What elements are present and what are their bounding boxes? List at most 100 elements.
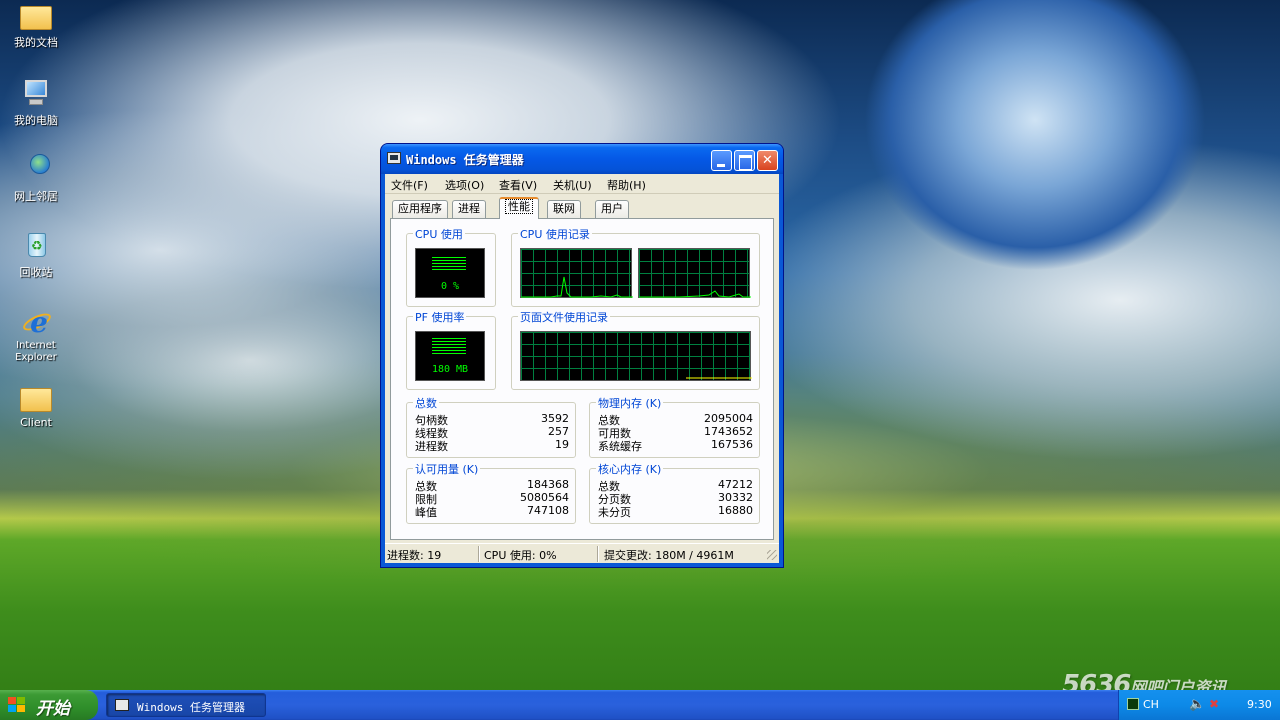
status-separator — [597, 546, 599, 562]
cpu-usage-value: 0 % — [440, 281, 460, 292]
stat-value: 2095004 — [704, 412, 753, 425]
menu-help[interactable]: 帮助(H) — [607, 177, 646, 193]
taskbar: 开始 Windows 任务管理器 CH 🔈 ✖ 9:30 — [0, 690, 1280, 720]
pf-history-label: 页面文件使用记录 — [518, 309, 610, 325]
tab-performance-label: 性能 — [505, 199, 533, 214]
taskbar-task-label: Windows 任务管理器 — [137, 701, 245, 714]
pf-usage-value: 180 MB — [431, 364, 469, 375]
taskbar-task-manager-button[interactable]: Windows 任务管理器 — [106, 693, 266, 717]
cpu-usage-label: CPU 使用 — [413, 226, 465, 242]
desktop-icon-label: 我的电脑 — [14, 114, 58, 127]
stat-value: 257 — [548, 425, 569, 438]
stat-value: 47212 — [718, 478, 753, 491]
commit-charge-group: 认可用量 (K) 总数 184368 限制 5080564 峰值 747108 — [406, 461, 576, 524]
desktop-icon-client[interactable]: Client — [0, 384, 72, 429]
start-button[interactable]: 开始 — [0, 690, 98, 720]
pf-history-group: 页面文件使用记录 — [511, 309, 760, 390]
desktop-icon-label: Internet Explorer — [15, 340, 57, 363]
language-indicator[interactable]: CH — [1143, 698, 1159, 711]
cpu-history-line-1 — [521, 276, 633, 298]
desktop-icon-label: 网上邻居 — [14, 190, 58, 203]
menu-shutdown[interactable]: 关机(U) — [553, 177, 592, 193]
close-button[interactable] — [757, 150, 778, 171]
desktop-icon-network-places[interactable]: 网上邻居 — [0, 154, 72, 204]
stat-key: 未分页 — [598, 506, 631, 519]
tab-users[interactable]: 用户 — [595, 200, 629, 218]
pf-usage-group: PF 使用率 180 MB — [406, 309, 496, 390]
internet-explorer-icon: e — [20, 306, 54, 339]
network-status-icon[interactable]: ✖ — [1209, 697, 1219, 711]
stat-key: 进程数 — [415, 440, 448, 453]
resize-grip[interactable] — [767, 550, 777, 560]
desktop-icon-label: Client — [20, 416, 52, 429]
stat-value: 16880 — [718, 504, 753, 517]
tab-applications[interactable]: 应用程序 — [392, 200, 448, 218]
menu-view[interactable]: 查看(V) — [499, 177, 537, 193]
clock[interactable]: 9:30 — [1247, 698, 1272, 711]
kernel-memory-group: 核心内存 (K) 总数 47212 分页数 30332 未分页 16880 — [589, 461, 760, 524]
totals-group: 总数 句柄数 3592 线程数 257 进程数 19 — [406, 395, 576, 458]
stat-value: 3592 — [541, 412, 569, 425]
pf-meter-bar — [432, 338, 466, 354]
pf-usage-label: PF 使用率 — [413, 309, 467, 325]
desktop-icon-label: 我的文档 — [14, 36, 58, 49]
title-bar[interactable]: Windows 任务管理器 — [381, 144, 783, 174]
windows-flag-icon — [8, 697, 26, 713]
commit-charge-title: 认可用量 (K) — [413, 461, 481, 477]
desktop-icon-recycle-bin[interactable]: ♻ 回收站 — [0, 230, 72, 280]
performance-panel: CPU 使用 0 % CPU 使用记录 PF 使用率 180 MB 页面文件使用… — [390, 218, 774, 540]
cpu-history-line-2 — [639, 290, 751, 298]
stat-value: 5080564 — [520, 491, 569, 504]
status-bar: 进程数: 19 CPU 使用: 0% 提交更改: 180M / 4961M — [385, 543, 779, 563]
system-tray: CH 🔈 ✖ 9:30 — [1118, 690, 1280, 720]
task-manager-icon — [387, 152, 401, 164]
totals-title: 总数 — [413, 395, 439, 411]
stat-value: 167536 — [711, 438, 753, 451]
tab-processes[interactable]: 进程 — [452, 200, 486, 218]
stat-value: 30332 — [718, 491, 753, 504]
cpu-history-graph-core-2 — [638, 248, 751, 298]
stat-key: 系统缓存 — [598, 440, 642, 453]
pf-history-graph — [520, 331, 752, 381]
status-cpu: CPU 使用: 0% — [484, 549, 557, 562]
status-separator — [478, 546, 480, 562]
cpu-meter-bar — [432, 257, 466, 271]
cpu-usage-meter: 0 % — [415, 248, 485, 298]
physical-memory-title: 物理内存 (K) — [596, 395, 664, 411]
desktop-icon-internet-explorer[interactable]: e Internet Explorer — [0, 306, 72, 364]
stat-value: 19 — [555, 438, 569, 451]
menu-options[interactable]: 选项(O) — [445, 177, 484, 193]
start-label: 开始 — [36, 699, 70, 719]
pf-usage-meter: 180 MB — [415, 331, 485, 381]
cpu-usage-group: CPU 使用 0 % — [406, 226, 496, 307]
task-manager-tray-icon[interactable] — [1127, 698, 1139, 710]
desktop-icon-my-computer[interactable]: 我的电脑 — [0, 78, 72, 128]
stat-key: 峰值 — [415, 506, 437, 519]
folder-icon — [20, 388, 52, 412]
status-processes: 进程数: 19 — [387, 549, 442, 562]
tab-performance[interactable]: 性能 — [499, 197, 539, 219]
menu-file[interactable]: 文件(F) — [391, 177, 428, 193]
stat-value: 747108 — [527, 504, 569, 517]
cpu-history-graph-core-1 — [520, 248, 633, 298]
kernel-memory-title: 核心内存 (K) — [596, 461, 664, 477]
physical-memory-group: 物理内存 (K) 总数 2095004 可用数 1743652 系统缓存 167536 — [589, 395, 760, 458]
my-documents-folder-icon — [20, 6, 52, 30]
speaker-icon[interactable]: 🔈 — [1189, 697, 1205, 712]
status-commit: 提交更改: 180M / 4961M — [604, 549, 734, 562]
network-places-icon — [20, 154, 52, 186]
maximize-button[interactable] — [734, 150, 755, 171]
cpu-history-group: CPU 使用记录 — [511, 226, 760, 307]
menu-bar: 文件(F) 选项(O) 查看(V) 关机(U) 帮助(H) — [385, 174, 779, 194]
desktop-icon-my-documents[interactable]: 我的文档 — [0, 2, 72, 50]
stat-value: 184368 — [527, 478, 569, 491]
task-manager-window: Windows 任务管理器 文件(F) 选项(O) 查看(V) 关机(U) 帮助… — [381, 144, 783, 567]
tab-networking[interactable]: 联网 — [547, 200, 581, 218]
desktop-icon-label: 回收站 — [19, 266, 53, 279]
minimize-button[interactable] — [711, 150, 732, 171]
task-manager-icon — [115, 699, 129, 711]
cpu-history-label: CPU 使用记录 — [518, 226, 592, 242]
stat-value: 1743652 — [704, 425, 753, 438]
recycle-bin-icon: ♻ — [20, 230, 52, 262]
pf-history-line — [686, 377, 752, 379]
